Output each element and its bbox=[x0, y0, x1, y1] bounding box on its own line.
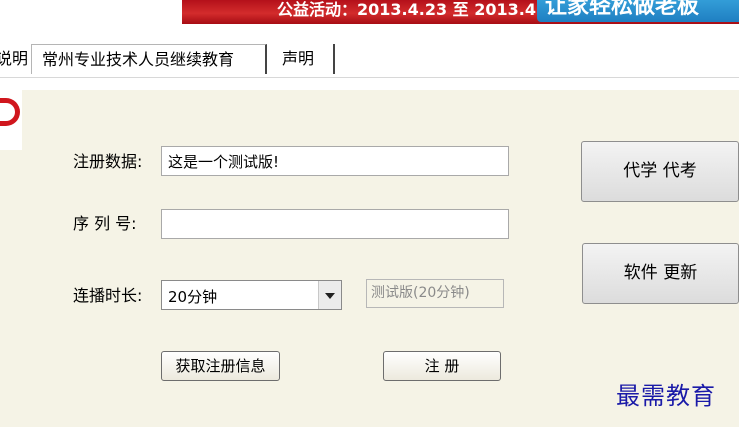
duration-selected-value: 20分钟 bbox=[168, 288, 218, 306]
reg-data-label: 注册数据: bbox=[73, 152, 143, 171]
tab-changzhou-education[interactable]: 常州专业技术人员继续教育 bbox=[31, 44, 267, 74]
logo-icon bbox=[0, 98, 20, 126]
get-registration-info-button[interactable]: 获取注册信息 bbox=[161, 351, 280, 381]
tab-instructions[interactable]: 说明 bbox=[0, 44, 29, 74]
promo-banner: 公益活动：2013.4.23 至 2013.4.28 让家轻松做老板 bbox=[182, 0, 739, 24]
reg-data-field[interactable] bbox=[161, 146, 509, 176]
software-update-button[interactable]: 软件 更新 bbox=[582, 243, 739, 304]
duration-label: 连播时长: bbox=[73, 286, 143, 305]
register-button[interactable]: 注 册 bbox=[383, 351, 501, 381]
watermark: 最需教育 bbox=[616, 382, 716, 410]
tab-statement[interactable]: 声明 bbox=[270, 44, 335, 74]
serial-label: 序 列 号: bbox=[73, 214, 137, 233]
logo bbox=[0, 90, 22, 150]
proxy-study-button[interactable]: 代学 代考 bbox=[581, 141, 739, 202]
duration-select[interactable]: 20分钟 bbox=[161, 280, 342, 310]
banner-badge: 让家轻松做老板 bbox=[537, 0, 739, 22]
chevron-down-icon[interactable] bbox=[318, 281, 341, 309]
banner-event-text: 公益活动：2013.4.23 至 2013.4.28 bbox=[277, 0, 565, 19]
serial-number-field[interactable] bbox=[161, 209, 509, 239]
version-note: 测试版(20分钟) bbox=[366, 279, 504, 308]
